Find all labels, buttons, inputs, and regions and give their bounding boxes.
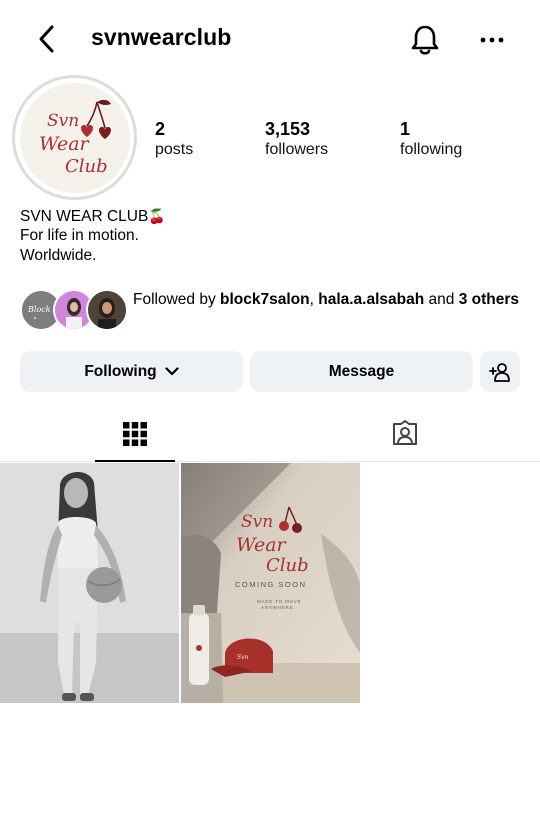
back-button[interactable]: [30, 22, 64, 56]
tab-posts-grid[interactable]: [0, 405, 270, 462]
mutual-user-1[interactable]: block7salon: [220, 291, 310, 308]
following-count-value: 1: [400, 119, 411, 139]
post-thumbnail-2[interactable]: Svn Wear Club COMING SOON MADE TO MOVE A…: [181, 463, 360, 703]
tagged-person-icon: [393, 419, 417, 445]
tab-tagged[interactable]: [270, 405, 540, 462]
post2-caption: COMING SOON: [235, 580, 307, 589]
more-horizontal-icon: [480, 37, 504, 43]
following-button[interactable]: Following: [20, 351, 243, 392]
mutual-others[interactable]: 3 others: [459, 291, 519, 308]
svg-text:Club: Club: [65, 156, 108, 177]
photo-woman-with-ball: [0, 463, 179, 703]
followed-by-separator: ,: [309, 291, 319, 308]
posts-count-label: posts: [155, 141, 194, 158]
svg-text:Wear: Wear: [39, 133, 91, 155]
bio-name-line: SVN WEAR CLUB🍒: [20, 206, 166, 226]
mutual-user-2[interactable]: hala.a.alsabah: [318, 291, 424, 308]
top-bar: svnwearclub: [0, 0, 540, 78]
bio-line-3: Worldwide.: [20, 247, 97, 264]
profile-bio: SVN WEAR CLUB🍒 For life in motion. World…: [20, 206, 166, 266]
coming-soon-photo: Svn Wear Club COMING SOON MADE TO MOVE A…: [181, 463, 360, 703]
chevron-left-icon: [39, 25, 54, 53]
posts-count-value: 2: [155, 119, 166, 139]
svg-text:✦: ✦: [33, 316, 37, 322]
message-button-label: Message: [328, 362, 395, 380]
add-suggested-user-button[interactable]: [480, 351, 520, 392]
bell-icon: [411, 25, 439, 55]
bio-line-2: For life in motion.: [20, 227, 139, 244]
followers-count-value: 3,153: [265, 119, 311, 139]
active-tab-indicator: [95, 460, 175, 462]
followed-by-prefix: Followed by: [133, 291, 221, 308]
cherry-emoji: 🍒: [148, 208, 166, 224]
grid-icon: [123, 421, 147, 446]
svg-text:Svn: Svn: [237, 654, 249, 661]
svg-text:Block: Block: [27, 305, 51, 314]
profile-username: svnwearclub: [91, 24, 232, 50]
post2-logo-wear: Wear: [236, 534, 288, 556]
message-button[interactable]: Message: [250, 351, 473, 392]
chevron-down-icon: [165, 367, 179, 376]
svg-text:Svn: Svn: [47, 111, 79, 131]
profile-avatar: Svn Wear Club: [19, 82, 130, 193]
add-person-icon: [489, 362, 510, 382]
mutual-followers-avatars[interactable]: Block ✦: [20, 289, 130, 331]
profile-avatar-ring[interactable]: Svn Wear Club: [12, 75, 137, 200]
bio-name: SVN WEAR CLUB: [20, 208, 149, 225]
post-thumbnail-1[interactable]: [0, 463, 179, 703]
mutual-followers-text[interactable]: Followed by block7salon, hala.a.alsabah …: [133, 289, 523, 310]
svn-wear-club-logo: Svn Wear Club: [39, 99, 111, 177]
post2-logo-svn: Svn: [241, 512, 273, 532]
mutual-avatar-other: [86, 289, 128, 331]
notifications-button[interactable]: [405, 20, 445, 60]
profile-tabs: [0, 405, 540, 462]
followed-by-and: and: [424, 291, 459, 308]
followers-count-label: followers: [265, 141, 329, 158]
post2-subcaption-1: MADE TO MOVE: [257, 599, 301, 604]
posts-count[interactable]: 2 posts: [155, 118, 193, 160]
more-options-button[interactable]: [472, 20, 512, 60]
post2-logo-club: Club: [266, 555, 309, 576]
followers-count[interactable]: 3,153 followers: [265, 118, 328, 160]
post2-subcaption-2: ANYWHERE: [261, 605, 293, 610]
following-count-label: following: [400, 141, 463, 158]
following-button-label: Following: [84, 362, 157, 380]
following-count[interactable]: 1 following: [400, 118, 462, 160]
